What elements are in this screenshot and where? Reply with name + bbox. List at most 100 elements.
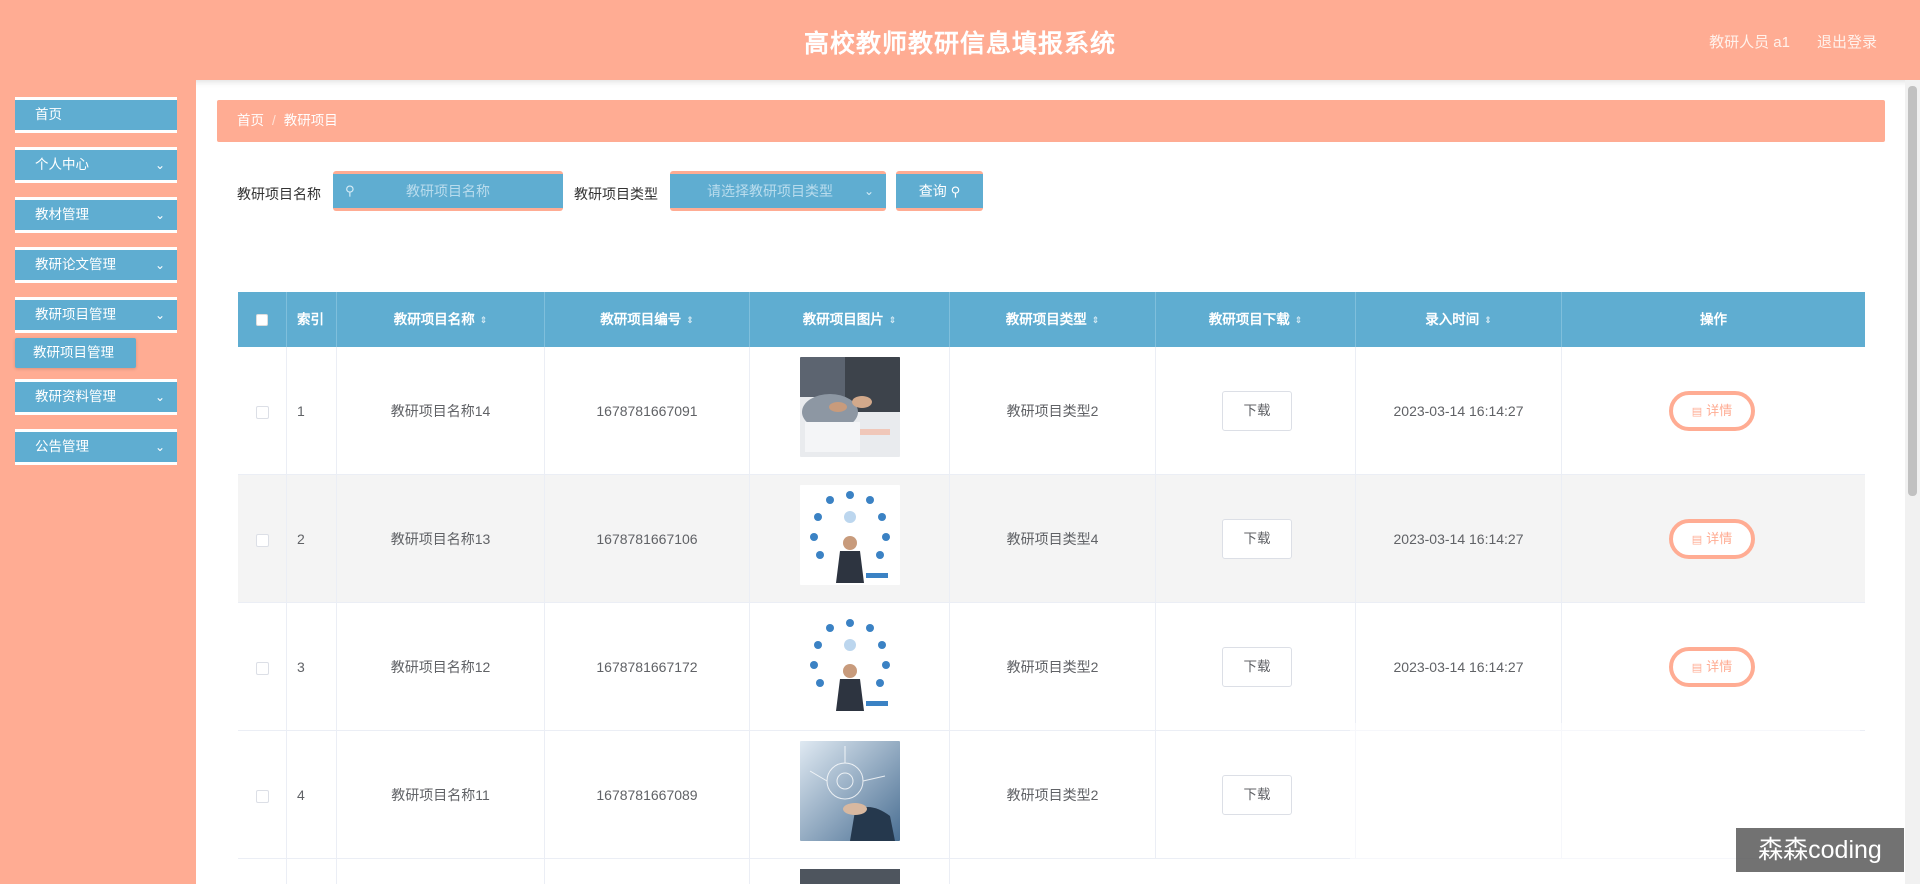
col-index: 索引 [287, 292, 337, 347]
detail-button[interactable]: ▤ 详情 [1669, 519, 1755, 559]
search-icon: ⚲ [345, 183, 355, 198]
type-select[interactable]: 请选择教研项目类型 ⌄ [670, 171, 886, 211]
tech-hand-image[interactable] [800, 741, 900, 841]
col-actions: 操作 [1700, 312, 1727, 327]
sidebar-item-papers[interactable]: 教研论文管理 ⌄ [15, 247, 177, 283]
row-download-cell: 下载 [1156, 347, 1356, 475]
chevron-down-icon: ⌄ [154, 308, 165, 322]
download-button[interactable]: 下载 [1222, 391, 1292, 431]
row-code: 1678781667091 [545, 347, 750, 475]
type-search-label: 教研项目类型 [574, 186, 658, 202]
table-row: 2 教研项目名称13 1678781667106 教研项目类型4 下载 2023… [238, 475, 1865, 603]
breadcrumb-separator: / [272, 113, 276, 128]
sort-icon: ⇕ [1091, 315, 1100, 325]
sidebar-item-label: 首页 [35, 107, 62, 122]
row-time: 2023-03-14 16:14:27 [1356, 347, 1562, 475]
scrollbar-thumb[interactable] [1908, 86, 1917, 496]
row-action-cell: ▤ 详情 [1562, 347, 1865, 475]
row-index [287, 859, 337, 884]
row-image-cell [750, 859, 950, 884]
sort-icon: ⇕ [479, 315, 488, 325]
row-time: 2023-03-14 16:14:27 [1356, 475, 1562, 603]
col-code[interactable]: 教研项目编号 ⇕ [545, 292, 750, 347]
search-icon: ⚲ [950, 184, 961, 199]
row-image-cell [750, 347, 950, 475]
chevron-down-icon: ⌄ [154, 208, 165, 222]
row-image-cell [750, 475, 950, 603]
col-image[interactable]: 教研项目图片 ⇕ [750, 292, 950, 347]
sidebar: 首页 个人中心 ⌄ 教材管理 ⌄ 教研论文管理 ⌄ 教研项目管理 ⌄ 教研项目管理 教研… [0, 80, 196, 884]
download-button[interactable]: 下载 [1222, 647, 1292, 687]
row-type: 教研项目类型2 [950, 731, 1156, 859]
col-type[interactable]: 教研项目类型 ⇕ [950, 292, 1156, 347]
row-code: 1678781667089 [545, 731, 750, 859]
sidebar-item-home[interactable]: 首页 [15, 97, 177, 133]
sidebar-item-label: 教材管理 [35, 207, 89, 222]
select-all-checkbox[interactable] [256, 314, 268, 327]
row-type: 教研项目类型2 [950, 347, 1156, 475]
sort-icon: ⇕ [1484, 315, 1492, 325]
col-name[interactable]: 教研项目名称 ⇕ [337, 292, 545, 347]
row-download-cell: 下载 [1156, 731, 1356, 859]
query-button[interactable]: 查询 ⚲ [896, 171, 983, 211]
row-image-cell [750, 603, 950, 731]
detail-button[interactable]: ▤ 详情 [1669, 391, 1755, 431]
row-checkbox[interactable] [255, 789, 269, 803]
row-name: 教研项目名称11 [337, 731, 545, 859]
row-index: 1 [287, 347, 337, 475]
sidebar-item-projects[interactable]: 教研项目管理 ⌄ [15, 297, 177, 333]
sidebar-item-label: 公告管理 [35, 439, 89, 454]
row-check-cell [238, 731, 287, 859]
row-check-cell [238, 347, 287, 475]
network-person-image[interactable] [800, 613, 900, 713]
chevron-down-icon: ⌄ [154, 158, 165, 172]
app-title: 高校教师教研信息填报系统 [803, 30, 1116, 58]
table-row: 1 教研项目名称14 1678781667091 教研项目类型2 下载 2023… [238, 347, 1865, 475]
name-search-input[interactable]: ⚲ 教研项目名称 [333, 171, 563, 211]
sidebar-item-personal-center[interactable]: 个人中心 ⌄ [15, 147, 177, 183]
col-time[interactable]: 录入时间 ⇕ [1356, 292, 1562, 347]
row-index: 2 [287, 475, 337, 603]
chevron-down-icon: ⌄ [154, 390, 165, 404]
row-name: 教研项目名称12 [337, 603, 545, 731]
name-search-placeholder: 教研项目名称 [406, 183, 490, 199]
sort-icon: ⇕ [686, 315, 694, 325]
table-row: 3 教研项目名称12 1678781667172 教研项目类型2 下载 2023… [238, 603, 1865, 731]
detail-button[interactable]: ▤ 详情 [1669, 647, 1755, 687]
network-person-image[interactable] [800, 485, 900, 585]
row-action-cell: ▤ 详情 [1562, 603, 1865, 731]
row-name [337, 859, 545, 884]
sort-icon: ⇕ [888, 315, 897, 325]
sort-icon: ⇕ [1294, 315, 1303, 325]
sidebar-item-announcements[interactable]: 公告管理 ⌄ [15, 429, 177, 465]
page-scrollbar[interactable] [1905, 80, 1920, 884]
download-button[interactable]: 下载 [1222, 519, 1292, 559]
sidebar-item-label: 教研资料管理 [35, 389, 116, 404]
user-name: 教研人员 a1 [1709, 34, 1790, 51]
project-image[interactable] [800, 869, 900, 884]
sidebar-item-textbook[interactable]: 教材管理 ⌄ [15, 197, 177, 233]
row-checkbox[interactable] [255, 533, 269, 547]
row-code: 1678781667172 [545, 603, 750, 731]
sidebar-item-label: 个人中心 [35, 157, 89, 172]
row-download-cell: 下载 [1156, 475, 1356, 603]
row-code [545, 859, 750, 884]
col-download[interactable]: 教研项目下载 ⇕ [1156, 292, 1356, 347]
row-checkbox[interactable] [255, 661, 269, 675]
download-button[interactable]: 下载 [1222, 775, 1292, 815]
sidebar-item-materials[interactable]: 教研资料管理 ⌄ [15, 379, 177, 415]
row-type: 教研项目类型4 [950, 475, 1156, 603]
row-check-cell [238, 859, 287, 884]
row-check-cell [238, 603, 287, 731]
row-name: 教研项目名称14 [337, 347, 545, 475]
select-all-header [238, 292, 287, 347]
sidebar-subitem-project-management[interactable]: 教研项目管理 [15, 338, 136, 368]
row-index: 3 [287, 603, 337, 731]
business-meeting-image[interactable] [800, 357, 900, 457]
row-check-cell [238, 475, 287, 603]
logout-link[interactable]: 退出登录 [1817, 31, 1877, 52]
row-checkbox[interactable] [255, 405, 269, 419]
chevron-down-icon: ⌄ [863, 184, 874, 198]
breadcrumb-home[interactable]: 首页 [237, 113, 264, 128]
row-index: 4 [287, 731, 337, 859]
